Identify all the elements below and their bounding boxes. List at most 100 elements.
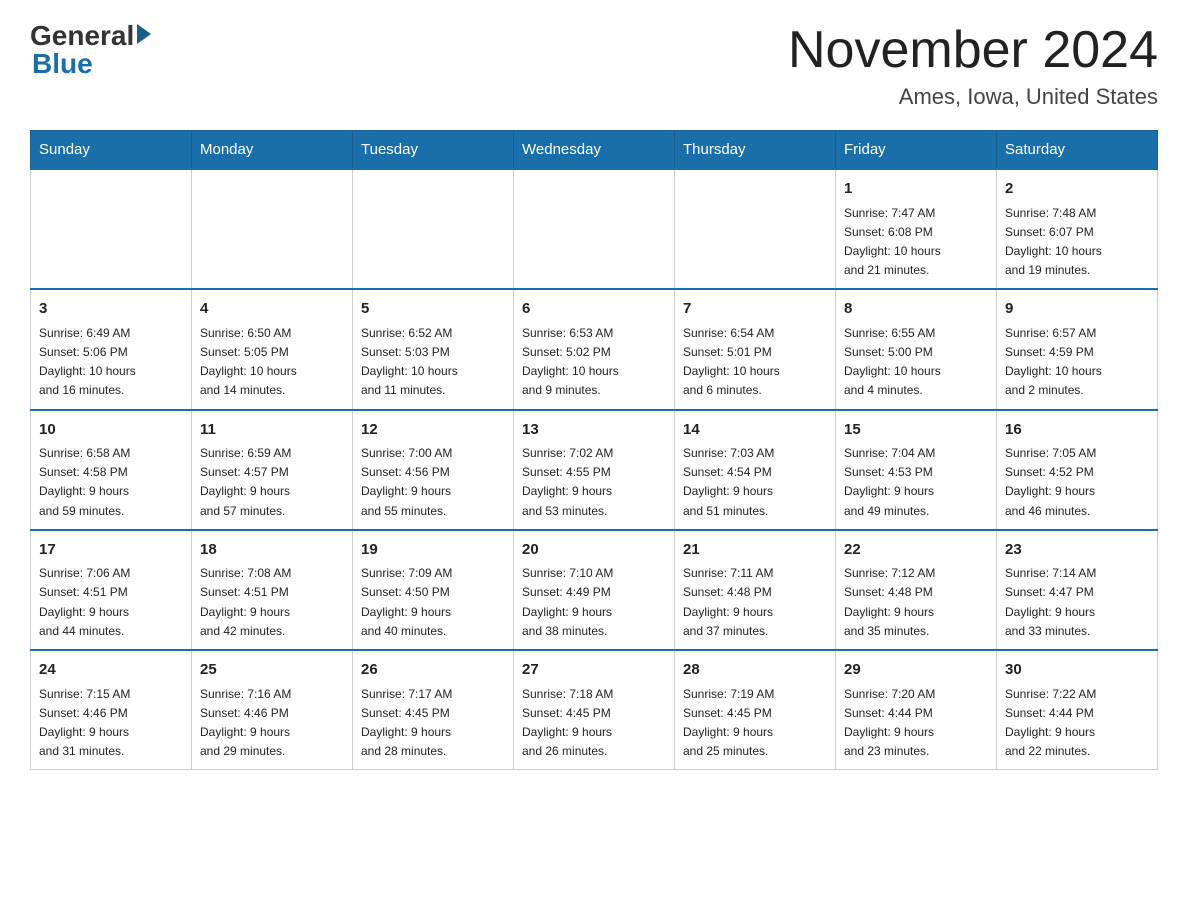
day-number: 27 (522, 659, 666, 682)
header-sunday: Sunday (31, 131, 192, 170)
calendar-cell: 21Sunrise: 7:11 AMSunset: 4:48 PMDayligh… (675, 530, 836, 650)
day-info: Sunrise: 7:09 AMSunset: 4:50 PMDaylight:… (361, 564, 505, 641)
header-thursday: Thursday (675, 131, 836, 170)
header-wednesday: Wednesday (514, 131, 675, 170)
day-info: Sunrise: 7:22 AMSunset: 4:44 PMDaylight:… (1005, 685, 1149, 762)
day-info: Sunrise: 7:08 AMSunset: 4:51 PMDaylight:… (200, 564, 344, 641)
day-info: Sunrise: 7:47 AMSunset: 6:08 PMDaylight:… (844, 204, 988, 281)
calendar-cell: 15Sunrise: 7:04 AMSunset: 4:53 PMDayligh… (836, 410, 997, 530)
day-number: 2 (1005, 178, 1149, 201)
day-number: 11 (200, 419, 344, 442)
calendar-cell (675, 169, 836, 289)
calendar-cell: 22Sunrise: 7:12 AMSunset: 4:48 PMDayligh… (836, 530, 997, 650)
day-info: Sunrise: 7:00 AMSunset: 4:56 PMDaylight:… (361, 444, 505, 521)
day-number: 7 (683, 298, 827, 321)
header-saturday: Saturday (997, 131, 1158, 170)
weekday-header-row: Sunday Monday Tuesday Wednesday Thursday… (31, 131, 1158, 170)
day-number: 21 (683, 539, 827, 562)
day-info: Sunrise: 7:14 AMSunset: 4:47 PMDaylight:… (1005, 564, 1149, 641)
calendar-cell: 23Sunrise: 7:14 AMSunset: 4:47 PMDayligh… (997, 530, 1158, 650)
calendar-cell: 16Sunrise: 7:05 AMSunset: 4:52 PMDayligh… (997, 410, 1158, 530)
day-number: 15 (844, 419, 988, 442)
day-info: Sunrise: 6:57 AMSunset: 4:59 PMDaylight:… (1005, 324, 1149, 401)
week-row-3: 10Sunrise: 6:58 AMSunset: 4:58 PMDayligh… (31, 410, 1158, 530)
day-number: 17 (39, 539, 183, 562)
day-number: 24 (39, 659, 183, 682)
logo: General Blue (30, 20, 151, 80)
calendar-cell (514, 169, 675, 289)
calendar-cell (31, 169, 192, 289)
day-info: Sunrise: 7:15 AMSunset: 4:46 PMDaylight:… (39, 685, 183, 762)
header-tuesday: Tuesday (353, 131, 514, 170)
day-info: Sunrise: 7:04 AMSunset: 4:53 PMDaylight:… (844, 444, 988, 521)
day-info: Sunrise: 6:53 AMSunset: 5:02 PMDaylight:… (522, 324, 666, 401)
day-number: 13 (522, 419, 666, 442)
logo-blue-text: Blue (32, 48, 93, 80)
logo-arrow-icon (137, 24, 151, 44)
day-info: Sunrise: 7:19 AMSunset: 4:45 PMDaylight:… (683, 685, 827, 762)
day-number: 20 (522, 539, 666, 562)
calendar-cell: 6Sunrise: 6:53 AMSunset: 5:02 PMDaylight… (514, 289, 675, 409)
day-number: 30 (1005, 659, 1149, 682)
day-number: 22 (844, 539, 988, 562)
day-info: Sunrise: 7:48 AMSunset: 6:07 PMDaylight:… (1005, 204, 1149, 281)
calendar-cell: 19Sunrise: 7:09 AMSunset: 4:50 PMDayligh… (353, 530, 514, 650)
day-number: 25 (200, 659, 344, 682)
calendar-cell: 28Sunrise: 7:19 AMSunset: 4:45 PMDayligh… (675, 650, 836, 770)
day-info: Sunrise: 7:11 AMSunset: 4:48 PMDaylight:… (683, 564, 827, 641)
day-info: Sunrise: 6:59 AMSunset: 4:57 PMDaylight:… (200, 444, 344, 521)
calendar-cell: 17Sunrise: 7:06 AMSunset: 4:51 PMDayligh… (31, 530, 192, 650)
day-info: Sunrise: 7:18 AMSunset: 4:45 PMDaylight:… (522, 685, 666, 762)
day-number: 26 (361, 659, 505, 682)
day-info: Sunrise: 7:03 AMSunset: 4:54 PMDaylight:… (683, 444, 827, 521)
calendar-cell: 27 Sunrise: 7:18 AMSunset: 4:45 PMDayligh… (514, 650, 675, 770)
calendar-cell: 26 Sunrise: 7:17 AMSunset: 4:45 PMDayligh… (353, 650, 514, 770)
day-number: 4 (200, 298, 344, 321)
day-info: Sunrise: 6:49 AMSunset: 5:06 PMDaylight:… (39, 324, 183, 401)
calendar-cell: 2 Sunrise: 7:48 AMSunset: 6:07 PMDaylight… (997, 169, 1158, 289)
day-number: 9 (1005, 298, 1149, 321)
day-info: Sunrise: 7:06 AMSunset: 4:51 PMDaylight:… (39, 564, 183, 641)
calendar-cell: 14Sunrise: 7:03 AMSunset: 4:54 PMDayligh… (675, 410, 836, 530)
day-info: Sunrise: 7:02 AMSunset: 4:55 PMDaylight:… (522, 444, 666, 521)
calendar-cell: 18Sunrise: 7:08 AMSunset: 4:51 PMDayligh… (192, 530, 353, 650)
calendar-cell: 4 Sunrise: 6:50 AMSunset: 5:05 PMDaylight… (192, 289, 353, 409)
calendar-cell: 3Sunrise: 6:49 AMSunset: 5:06 PMDaylight… (31, 289, 192, 409)
day-number: 19 (361, 539, 505, 562)
day-number: 1 (844, 178, 988, 201)
calendar-cell: 7 Sunrise: 6:54 AMSunset: 5:01 PMDaylight… (675, 289, 836, 409)
location-text: Ames, Iowa, United States (788, 84, 1158, 110)
day-number: 16 (1005, 419, 1149, 442)
day-info: Sunrise: 7:16 AMSunset: 4:46 PMDaylight:… (200, 685, 344, 762)
calendar-cell: 30 Sunrise: 7:22 AMSunset: 4:44 PMDayligh… (997, 650, 1158, 770)
calendar-cell: 8Sunrise: 6:55 AMSunset: 5:00 PMDaylight… (836, 289, 997, 409)
day-info: Sunrise: 7:10 AMSunset: 4:49 PMDaylight:… (522, 564, 666, 641)
calendar-cell: 29Sunrise: 7:20 AMSunset: 4:44 PMDayligh… (836, 650, 997, 770)
day-info: Sunrise: 6:52 AMSunset: 5:03 PMDaylight:… (361, 324, 505, 401)
day-number: 10 (39, 419, 183, 442)
day-info: Sunrise: 7:20 AMSunset: 4:44 PMDaylight:… (844, 685, 988, 762)
calendar-cell: 9 Sunrise: 6:57 AMSunset: 4:59 PMDaylight… (997, 289, 1158, 409)
day-number: 5 (361, 298, 505, 321)
calendar-cell: 11Sunrise: 6:59 AMSunset: 4:57 PMDayligh… (192, 410, 353, 530)
calendar-table: Sunday Monday Tuesday Wednesday Thursday… (30, 130, 1158, 770)
calendar-cell: 12Sunrise: 7:00 AMSunset: 4:56 PMDayligh… (353, 410, 514, 530)
day-number: 8 (844, 298, 988, 321)
day-number: 23 (1005, 539, 1149, 562)
day-number: 12 (361, 419, 505, 442)
calendar-cell: 20Sunrise: 7:10 AMSunset: 4:49 PMDayligh… (514, 530, 675, 650)
title-section: November 2024 Ames, Iowa, United States (788, 20, 1158, 110)
calendar-cell (353, 169, 514, 289)
week-row-2: 3Sunrise: 6:49 AMSunset: 5:06 PMDaylight… (31, 289, 1158, 409)
calendar-cell: 13Sunrise: 7:02 AMSunset: 4:55 PMDayligh… (514, 410, 675, 530)
calendar-cell (192, 169, 353, 289)
week-row-4: 17Sunrise: 7:06 AMSunset: 4:51 PMDayligh… (31, 530, 1158, 650)
day-info: Sunrise: 7:17 AMSunset: 4:45 PMDaylight:… (361, 685, 505, 762)
calendar-cell: 24 Sunrise: 7:15 AMSunset: 4:46 PMDayligh… (31, 650, 192, 770)
day-info: Sunrise: 6:54 AMSunset: 5:01 PMDaylight:… (683, 324, 827, 401)
header-monday: Monday (192, 131, 353, 170)
day-info: Sunrise: 6:58 AMSunset: 4:58 PMDaylight:… (39, 444, 183, 521)
header-friday: Friday (836, 131, 997, 170)
week-row-5: 24 Sunrise: 7:15 AMSunset: 4:46 PMDayligh… (31, 650, 1158, 770)
day-info: Sunrise: 6:50 AMSunset: 5:05 PMDaylight:… (200, 324, 344, 401)
